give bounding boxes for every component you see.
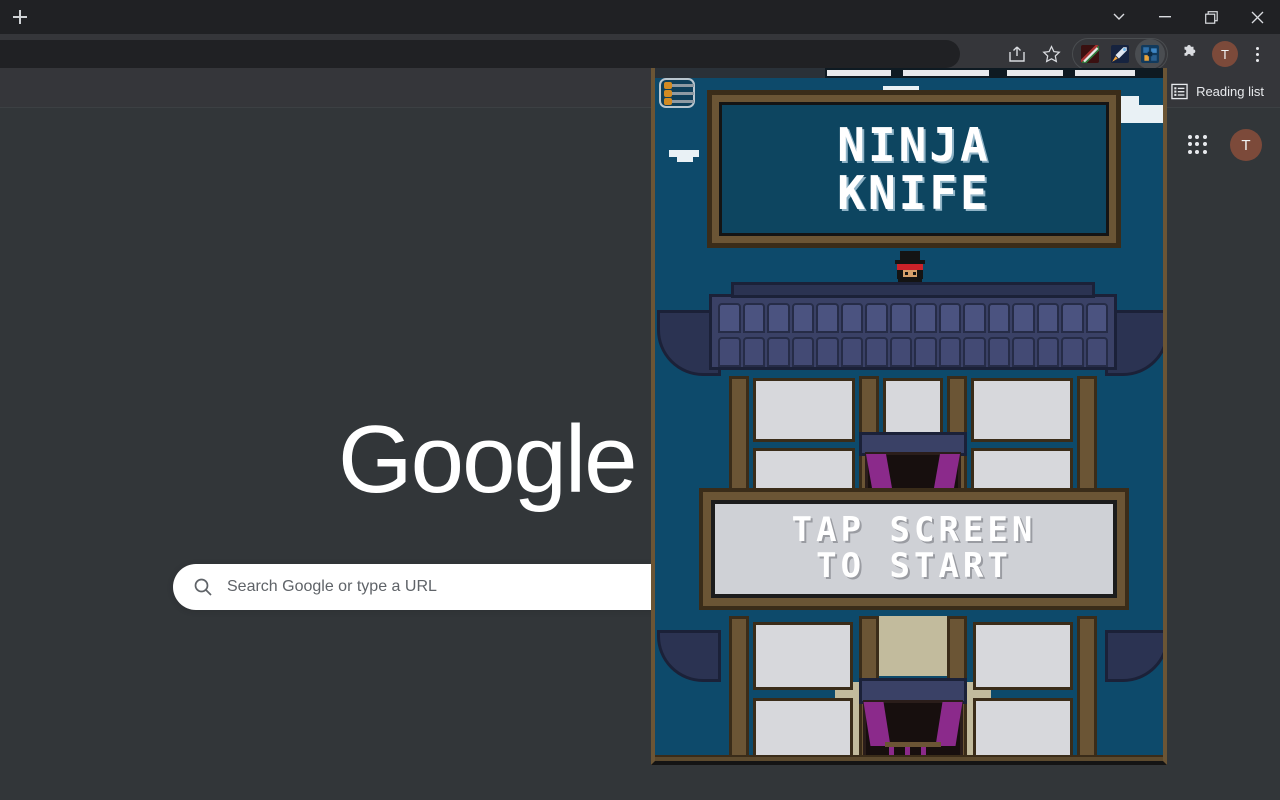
game-title-sign: NINJA KNIFE bbox=[707, 90, 1121, 248]
apps-dot bbox=[1202, 142, 1207, 147]
share-icon bbox=[1009, 46, 1025, 62]
google-apps-button[interactable] bbox=[1186, 133, 1210, 157]
window-controls bbox=[1096, 0, 1280, 34]
extension-icon-ninja-knife[interactable] bbox=[1135, 39, 1165, 69]
browser-window: type a URL bbox=[0, 0, 1280, 800]
apps-dot bbox=[1195, 142, 1200, 147]
google-logo: Google bbox=[338, 406, 638, 513]
apps-dot bbox=[1195, 135, 1200, 139]
reading-list-icon bbox=[1171, 83, 1188, 99]
kebab-dot bbox=[1255, 46, 1259, 50]
shrine-glow bbox=[877, 616, 949, 676]
minimize-button[interactable] bbox=[1142, 0, 1188, 34]
ninja-knife-icon bbox=[1141, 45, 1159, 63]
cloud bbox=[669, 150, 699, 157]
prompt-line-1: TAP SCREEN bbox=[791, 510, 1037, 551]
temple-pillar bbox=[729, 376, 749, 494]
ntp-top-right-controls: T bbox=[1186, 129, 1262, 161]
roof-body bbox=[709, 294, 1117, 370]
roof-ridge bbox=[731, 282, 1095, 298]
game-title-line-1: NINJA bbox=[837, 118, 991, 172]
profile-avatar-toolbar[interactable]: T bbox=[1212, 41, 1238, 67]
chrome-menu-button[interactable] bbox=[1244, 37, 1270, 71]
tap-to-start-banner[interactable]: TAP SCREEN TO START bbox=[699, 488, 1129, 610]
extension-icon-1[interactable] bbox=[1075, 39, 1105, 69]
apps-dot bbox=[1188, 142, 1192, 147]
roof-tiles-row bbox=[718, 337, 1108, 367]
minimize-icon bbox=[1159, 16, 1171, 18]
google-account-avatar[interactable]: T bbox=[1230, 129, 1262, 161]
chevron-down-icon bbox=[1113, 13, 1125, 20]
knife-stack-icon[interactable] bbox=[659, 78, 695, 108]
ntp-search-placeholder: Search Google or type a URL bbox=[227, 578, 437, 595]
roof-tiles-row bbox=[718, 303, 1108, 333]
puzzle-piece-icon bbox=[1184, 45, 1196, 56]
kebab-dot bbox=[1255, 52, 1259, 56]
apps-dot bbox=[1202, 149, 1207, 154]
star-icon bbox=[1041, 44, 1061, 63]
temple-paper-panel bbox=[753, 378, 855, 442]
watermelon-slice-icon bbox=[1081, 45, 1099, 63]
reading-list-label: Reading list bbox=[1196, 83, 1264, 99]
prompt-line-2: TO START bbox=[816, 546, 1012, 586]
pagoda-roof-upper bbox=[657, 282, 1163, 378]
cloud bbox=[1121, 114, 1163, 123]
close-icon bbox=[1251, 11, 1263, 23]
apps-dot bbox=[1188, 135, 1192, 139]
knife-item bbox=[663, 90, 694, 97]
profile-initial: T bbox=[1221, 46, 1229, 62]
new-tab-button[interactable] bbox=[6, 3, 34, 31]
game-title-line-2: KNIFE bbox=[837, 166, 991, 220]
plus-icon bbox=[13, 10, 27, 24]
knife-item bbox=[663, 98, 694, 105]
restore-icon bbox=[1204, 10, 1218, 24]
bookmark-button[interactable] bbox=[1034, 37, 1068, 71]
game-canvas[interactable]: NINJA KNIFE TAP SCREEN TO START bbox=[655, 68, 1163, 761]
knife-item bbox=[663, 82, 694, 89]
temple-paper-panel bbox=[753, 698, 853, 760]
cloud bbox=[677, 157, 693, 162]
temple-paper-panel bbox=[753, 622, 853, 690]
tab-strip bbox=[0, 0, 1280, 34]
temple-lower bbox=[729, 616, 1097, 761]
close-window-button[interactable] bbox=[1234, 0, 1280, 34]
extension-icon-group bbox=[1072, 38, 1168, 70]
omnibox[interactable]: type a URL bbox=[0, 40, 960, 68]
temple-pillar bbox=[1077, 376, 1097, 494]
share-button[interactable] bbox=[1000, 37, 1034, 71]
roof-eave-right bbox=[1105, 630, 1163, 682]
game-floor bbox=[655, 755, 1163, 761]
ntp-profile-initial: T bbox=[1241, 136, 1251, 154]
apps-dot bbox=[1195, 149, 1200, 154]
extension-icon-2[interactable] bbox=[1105, 39, 1135, 69]
temple-paper-panel bbox=[973, 698, 1073, 760]
game-top-strip bbox=[655, 68, 1163, 78]
temple-pillar bbox=[729, 616, 749, 761]
maximize-button[interactable] bbox=[1188, 0, 1234, 34]
temple-paper-panel bbox=[973, 622, 1073, 690]
apps-dot bbox=[1188, 149, 1192, 154]
extensions-puzzle-button[interactable] bbox=[1172, 37, 1206, 71]
rocket-dash-icon bbox=[1111, 45, 1129, 63]
ninja-knife-game-panel[interactable]: NINJA KNIFE TAP SCREEN TO START bbox=[651, 68, 1167, 765]
tab-search-button[interactable] bbox=[1096, 0, 1142, 34]
reading-list-button[interactable]: Reading list bbox=[1163, 74, 1272, 108]
search-icon bbox=[194, 578, 212, 596]
temple-pillar bbox=[1077, 616, 1097, 761]
temple-upper bbox=[729, 376, 1097, 494]
temple-paper-panel bbox=[971, 378, 1073, 442]
roof-eave-left bbox=[657, 630, 721, 682]
kebab-dot bbox=[1255, 58, 1259, 62]
apps-dot bbox=[1202, 135, 1207, 139]
